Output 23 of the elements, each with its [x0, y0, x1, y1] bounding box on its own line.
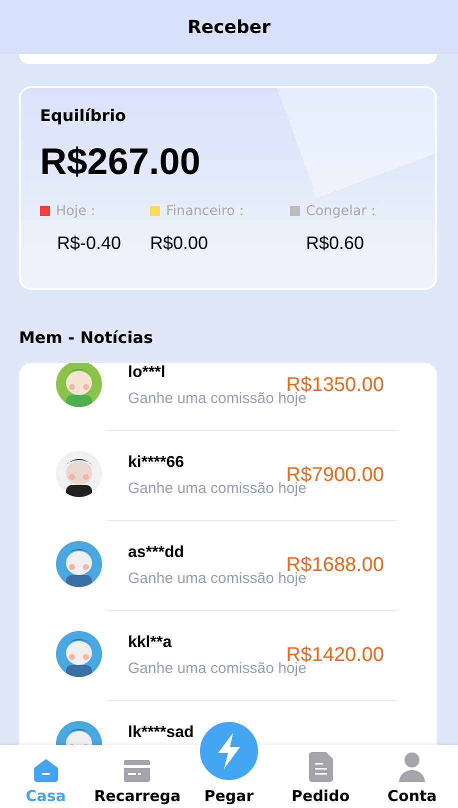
nav-tab[interactable]: Conta	[366, 745, 458, 808]
nav-tab[interactable]: Pegar	[183, 745, 275, 808]
section-title: Mem - Notícias	[19, 328, 154, 347]
nav-tab[interactable]: Pedido	[274, 745, 366, 808]
user-name: as***dd	[128, 544, 184, 562]
balance-amount: R$267.00	[40, 141, 202, 183]
stat-label: Congelar :	[306, 203, 376, 219]
user-name: lk****sad	[128, 724, 194, 742]
stat-label: Financeiro :	[166, 203, 244, 219]
user-name: lo***l	[128, 364, 166, 382]
user-icon	[399, 752, 426, 782]
home-icon	[32, 758, 59, 782]
user-name: kkl**a	[128, 634, 172, 652]
balance-title: Equilíbrio	[40, 106, 128, 125]
stat-label: Hoje :	[56, 203, 96, 219]
card-icon	[124, 760, 150, 782]
nav-tab[interactable]: Recarrega	[92, 745, 184, 808]
stat-value: R$0.60	[306, 233, 366, 254]
stat-value: R$-0.40	[57, 233, 122, 254]
document-icon	[308, 752, 333, 782]
stat-value: R$0.00	[150, 233, 210, 254]
page-title: Receber	[188, 16, 270, 38]
user-name: ki****66	[128, 454, 184, 472]
